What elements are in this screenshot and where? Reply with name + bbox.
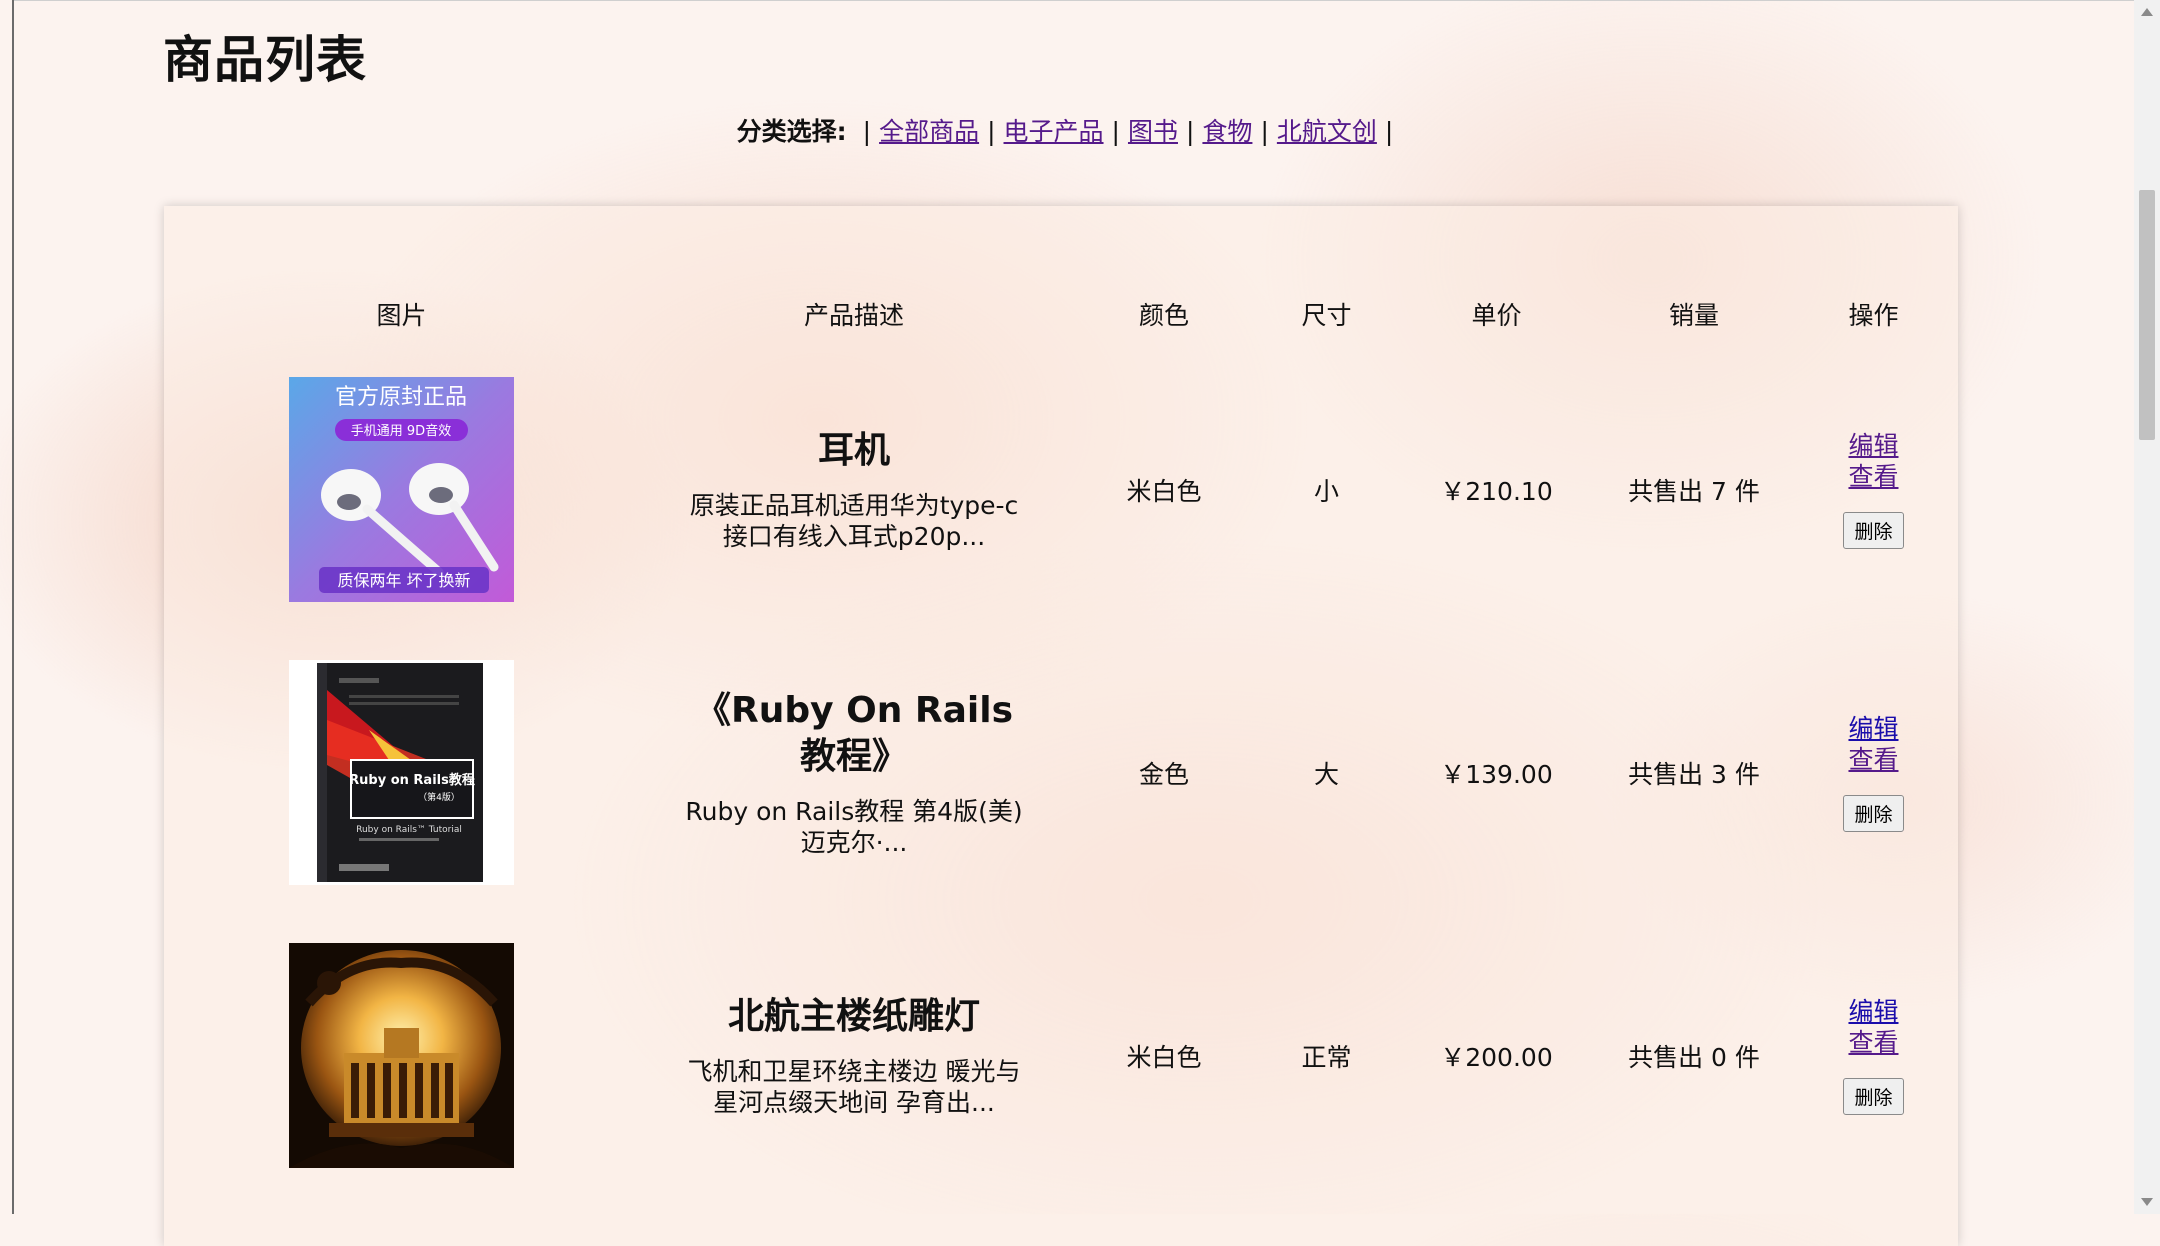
earphones-image-top-text: 官方原封正品 [335, 385, 467, 410]
header-actions: 操作 [1848, 301, 1899, 330]
earphones-image-tag-text: 手机通用 9D音效 [351, 423, 451, 439]
book-cover-image[interactable]: Ruby on Rails教程 （第4版） Ruby on Rails™ Tut… [289, 660, 514, 885]
scroll-down-arrow-icon[interactable] [2141, 1198, 2153, 1206]
product-description-cell: 北航主楼纸雕灯 飞机和卫星环绕主楼边 暖光与星河点缀天地间 孕育出... [639, 914, 1069, 1197]
product-description-cell: 《Ruby On Rails教程》 Ruby on Rails教程 第4版(美)… [639, 631, 1069, 914]
filter-separator: | [1384, 117, 1394, 146]
filter-separator: | [987, 117, 996, 146]
product-actions-cell: 编辑 查看 删除 [1789, 914, 1958, 1197]
view-link[interactable]: 查看 [1789, 1027, 1958, 1058]
filter-link-electronics[interactable]: 电子产品 [1004, 117, 1104, 146]
product-table: 图片 产品描述 颜色 尺寸 单价 销量 操作 官方原封正品 手机通用 9D音效 … [164, 280, 1958, 1197]
header-price: 单价 [1471, 301, 1522, 330]
window-left-border [12, 0, 14, 1214]
page-title: 商品列表 [163, 31, 367, 89]
product-price: ￥139.00 [1440, 759, 1553, 789]
header-sales: 销量 [1668, 301, 1719, 330]
filter-link-all[interactable]: 全部商品 [879, 117, 979, 146]
table-header-row: 图片 产品描述 颜色 尺寸 单价 销量 操作 [164, 280, 1958, 348]
delete-button[interactable]: 删除 [1843, 512, 1904, 549]
earphones-image-bottom-text: 质保两年 坏了换新 [337, 571, 470, 590]
header-description: 产品描述 [803, 301, 904, 330]
filter-link-buaa-creative[interactable]: 北航文创 [1277, 117, 1377, 146]
book-cover-subtitle: Ruby on Rails™ Tutorial [356, 825, 462, 835]
product-price: ￥210.10 [1440, 476, 1553, 506]
product-description: 飞机和卫星环绕主楼边 暖光与星河点缀天地间 孕育出... [687, 1056, 1021, 1117]
filter-label: 分类选择: [736, 117, 847, 146]
delete-button[interactable]: 删除 [1843, 795, 1904, 832]
product-sales: 共售出 3 件 [1628, 759, 1760, 789]
edit-link[interactable]: 编辑 [1789, 430, 1958, 461]
product-list-panel: 图片 产品描述 颜色 尺寸 单价 销量 操作 官方原封正品 手机通用 9D音效 … [164, 206, 1958, 1246]
book-cover-edition: （第4版） [418, 791, 460, 803]
product-description: 原装正品耳机适用华为type-c接口有线入耳式p20p... [689, 490, 1019, 551]
product-actions-cell: 编辑 查看 删除 [1789, 348, 1958, 631]
header-image: 图片 [376, 301, 427, 330]
earphones-image[interactable]: 官方原封正品 手机通用 9D音效 质保两年 坏了换新 [289, 377, 514, 602]
table-row: Ruby on Rails教程 （第4版） Ruby on Rails™ Tut… [164, 631, 1958, 914]
product-image-cell [164, 914, 639, 1197]
table-row: 官方原封正品 手机通用 9D音效 质保两年 坏了换新 耳机 原装正品耳机适用华为… [164, 348, 1958, 631]
filter-separator: | [1111, 117, 1120, 146]
edit-link[interactable]: 编辑 [1789, 996, 1958, 1027]
product-size: 正常 [1301, 1042, 1352, 1072]
product-sales: 共售出 7 件 [1628, 476, 1760, 506]
table-row: 北航主楼纸雕灯 飞机和卫星环绕主楼边 暖光与星河点缀天地间 孕育出... 米白色… [164, 914, 1958, 1197]
category-filter-bar: 分类选择: | 全部商品 | 电子产品 | 图书 | 食物 | 北航文创 | [0, 112, 2138, 148]
vertical-scrollbar[interactable] [2134, 0, 2160, 1214]
product-name: 耳机 [817, 429, 890, 471]
product-sales: 共售出 0 件 [1628, 1042, 1760, 1072]
filter-separator: | [1185, 117, 1195, 146]
scrollbar-thumb[interactable] [2139, 190, 2155, 440]
product-color: 金色 [1138, 759, 1189, 789]
product-price: ￥200.00 [1440, 1042, 1553, 1072]
scroll-up-arrow-icon[interactable] [2141, 8, 2153, 16]
filter-separator: | [862, 117, 872, 146]
product-name: 《Ruby On Rails教程》 [694, 689, 1013, 777]
delete-button[interactable]: 删除 [1843, 1078, 1904, 1115]
product-description-cell: 耳机 原装正品耳机适用华为type-c接口有线入耳式p20p... [639, 348, 1069, 631]
filter-link-books[interactable]: 图书 [1128, 117, 1178, 146]
filter-separator: | [1260, 117, 1269, 146]
paper-lamp-image[interactable] [289, 943, 514, 1168]
product-actions-cell: 编辑 查看 删除 [1789, 631, 1958, 914]
header-size: 尺寸 [1301, 301, 1352, 330]
book-cover-title: Ruby on Rails教程 [349, 772, 475, 788]
product-color: 米白色 [1126, 476, 1202, 506]
product-image-cell: 官方原封正品 手机通用 9D音效 质保两年 坏了换新 [164, 348, 639, 631]
product-image-cell: Ruby on Rails教程 （第4版） Ruby on Rails™ Tut… [164, 631, 639, 914]
view-link[interactable]: 查看 [1789, 744, 1958, 775]
product-size: 小 [1313, 476, 1339, 506]
edit-link[interactable]: 编辑 [1789, 713, 1958, 744]
header-color: 颜色 [1138, 301, 1189, 330]
product-description: Ruby on Rails教程 第4版(美) 迈克尔·... [685, 796, 1023, 857]
product-size: 大 [1313, 759, 1339, 789]
product-color: 米白色 [1126, 1042, 1202, 1072]
window-top-border [14, 0, 2134, 1]
filter-link-food[interactable]: 食物 [1202, 117, 1252, 146]
product-name: 北航主楼纸雕灯 [727, 995, 980, 1037]
view-link[interactable]: 查看 [1789, 461, 1958, 492]
